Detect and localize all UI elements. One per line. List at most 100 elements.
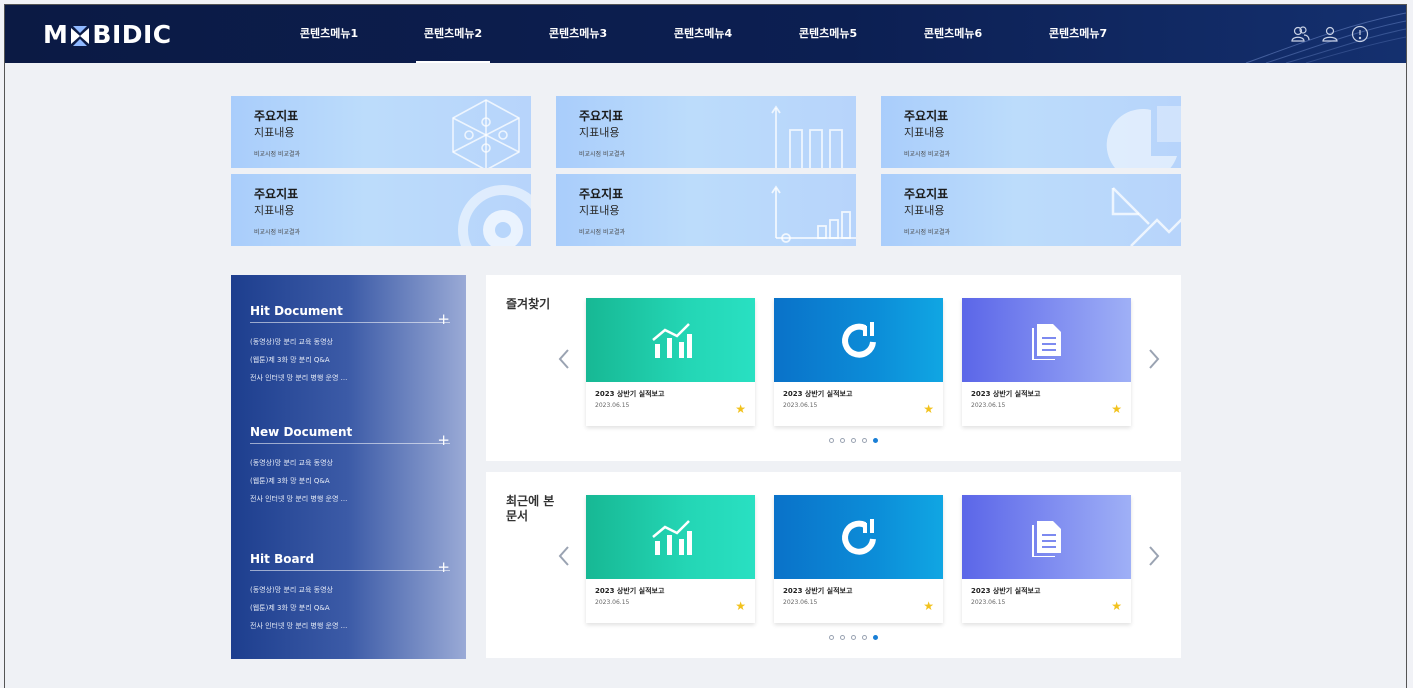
plus-icon[interactable]: + <box>437 431 450 449</box>
card-date: 2023.06.15 <box>783 402 818 409</box>
card-date: 2023.06.15 <box>783 599 818 606</box>
nav-item-1[interactable]: 콘텐츠메뉴1 <box>292 5 366 63</box>
carousel-dot[interactable] <box>829 438 834 443</box>
carousel-dot[interactable] <box>851 438 856 443</box>
box-title: 최근에 본 문서 <box>506 494 555 523</box>
star-icon[interactable]: ★ <box>735 402 746 416</box>
list-item[interactable]: (동영상)망 분리 교육 동영상 <box>250 581 450 599</box>
nav-item-4[interactable]: 콘텐츠메뉴4 <box>666 5 740 63</box>
plus-icon[interactable]: + <box>437 310 450 328</box>
carousel-dot[interactable] <box>829 635 834 640</box>
list-item[interactable]: 전사 인터넷 망 분리 병행 운영 ... <box>250 617 450 635</box>
doc-card[interactable]: 2023 상반기 실적보고 2023.06.15 ★ <box>586 495 755 623</box>
chevron-left-icon[interactable] <box>556 347 572 371</box>
document-panel: Hit Document + (동영상)망 분리 교육 동영상 (웹툰)제 3화… <box>231 275 466 659</box>
gear-icon <box>458 185 531 246</box>
kpi-card-3[interactable]: 주요지표 지표내용 비교시점 비교결과 <box>881 96 1181 168</box>
section-title[interactable]: Hit Board <box>250 552 314 566</box>
user-icon[interactable] <box>1320 24 1340 44</box>
divider <box>250 570 450 571</box>
kpi-card-1[interactable]: 주요지표 지표내용 비교시점 비교결과 <box>231 96 531 168</box>
section-header: New Document + <box>250 425 450 449</box>
kpi-card-6[interactable]: 주요지표 지표내용 비교시점 비교결과 <box>881 174 1181 246</box>
recent-docs-box: 최근에 본 문서 2023 상반기 실적보고 2023.06.15 ★ 2023… <box>486 472 1181 658</box>
users-icon[interactable] <box>1290 24 1310 44</box>
nav-item-7[interactable]: 콘텐츠메뉴7 <box>1041 5 1115 63</box>
carousel-dot[interactable] <box>851 635 856 640</box>
star-icon[interactable]: ★ <box>923 599 934 613</box>
carousel-dot[interactable] <box>840 438 845 443</box>
doc-card[interactable]: 2023 상반기 실적보고 2023.06.15 ★ <box>774 298 943 426</box>
favorites-box: 즐겨찾기 2023 상반기 실적보고 2023.06.15 ★ 2023 상반기… <box>486 275 1181 461</box>
logo-text-left: M <box>43 20 69 49</box>
card-thumbnail <box>586 495 755 579</box>
doc-card[interactable]: 2023 상반기 실적보고 2023.06.15 ★ <box>774 495 943 623</box>
logo-mark-icon <box>69 24 91 46</box>
kpi-subtitle: 지표내용 <box>579 126 620 139</box>
hit-board-section: Hit Board + (동영상)망 분리 교육 동영상 (웹툰)제 3화 망 … <box>250 552 450 635</box>
chevron-right-icon[interactable] <box>1146 347 1162 371</box>
kpi-note: 비교시점 비교결과 <box>579 151 626 158</box>
kpi-card-4[interactable]: 주요지표 지표내용 비교시점 비교결과 <box>231 174 531 246</box>
nav-item-6[interactable]: 콘텐츠메뉴6 <box>916 5 990 63</box>
star-icon[interactable]: ★ <box>1111 599 1122 613</box>
new-document-section: New Document + (동영상)망 분리 교육 동영상 (웹툰)제 3화… <box>250 425 450 508</box>
kpi-card-2[interactable]: 주요지표 지표내용 비교시점 비교결과 <box>556 96 856 168</box>
section-title[interactable]: New Document <box>250 425 352 439</box>
divider <box>250 443 450 444</box>
carousel-dot[interactable] <box>840 635 845 640</box>
list-item[interactable]: (웹툰)제 3화 망 분리 Q&A <box>250 472 450 490</box>
nav-item-2[interactable]: 콘텐츠메뉴2 <box>416 5 490 63</box>
kpi-card-5[interactable]: 주요지표 지표내용 비교시점 비교결과 <box>556 174 856 246</box>
kpi-subtitle: 지표내용 <box>904 204 945 217</box>
list-item[interactable]: (웹툰)제 3화 망 분리 Q&A <box>250 351 450 369</box>
carousel-dot-active[interactable] <box>873 438 878 443</box>
list-item[interactable]: 전사 인터넷 망 분리 병행 운영 ... <box>250 490 450 508</box>
card-title: 2023 상반기 실적보고 <box>595 390 665 398</box>
axis-chart-icon <box>771 185 856 243</box>
doc-card[interactable]: 2023 상반기 실적보고 2023.06.15 ★ <box>962 298 1131 426</box>
card-date: 2023.06.15 <box>971 599 1006 606</box>
chevron-left-icon[interactable] <box>556 544 572 568</box>
list-item[interactable]: (웹툰)제 3화 망 분리 Q&A <box>250 599 450 617</box>
star-icon[interactable]: ★ <box>923 402 934 416</box>
logo[interactable]: M BIDIC <box>43 20 172 49</box>
doc-card[interactable]: 2023 상반기 실적보고 2023.06.15 ★ <box>586 298 755 426</box>
carousel-dot[interactable] <box>862 635 867 640</box>
carousel-dot[interactable] <box>862 438 867 443</box>
bar-growth-icon <box>771 105 843 168</box>
kpi-title: 주요지표 <box>904 187 949 201</box>
doc-card[interactable]: 2023 상반기 실적보고 2023.06.15 ★ <box>962 495 1131 623</box>
card-title: 2023 상반기 실적보고 <box>783 587 853 595</box>
info-icon[interactable] <box>1350 24 1370 44</box>
list-item[interactable]: (동영상)망 분리 교육 동영상 <box>250 454 450 472</box>
plus-icon[interactable]: + <box>437 558 450 576</box>
star-icon[interactable]: ★ <box>1111 402 1122 416</box>
kpi-title: 주요지표 <box>579 109 624 123</box>
card-date: 2023.06.15 <box>595 402 630 409</box>
carousel-dot-active[interactable] <box>873 635 878 640</box>
power-bars-icon <box>841 322 876 358</box>
pie-icon <box>1106 106 1181 168</box>
card-title: 2023 상반기 실적보고 <box>595 587 665 595</box>
kpi-title: 주요지표 <box>254 109 299 123</box>
kpi-subtitle: 지표내용 <box>254 204 295 217</box>
kpi-title: 주요지표 <box>579 187 624 201</box>
section-header: Hit Document + <box>250 304 450 328</box>
nav-item-5[interactable]: 콘텐츠메뉴5 <box>791 5 865 63</box>
card-thumbnail <box>774 298 943 382</box>
card-thumbnail <box>962 495 1131 579</box>
divider <box>250 322 450 323</box>
header-icons <box>1290 24 1370 44</box>
card-thumbnail <box>586 298 755 382</box>
nav-item-3[interactable]: 콘텐츠메뉴3 <box>541 5 615 63</box>
chevron-right-icon[interactable] <box>1146 544 1162 568</box>
list-item[interactable]: 전사 인터넷 망 분리 병행 운영 ... <box>250 369 450 387</box>
list-item[interactable]: (동영상)망 분리 교육 동영상 <box>250 333 450 351</box>
card-title: 2023 상반기 실적보고 <box>971 390 1041 398</box>
star-icon[interactable]: ★ <box>735 599 746 613</box>
carousel-dots <box>829 438 878 443</box>
card-date: 2023.06.15 <box>595 599 630 606</box>
section-title[interactable]: Hit Document <box>250 304 343 318</box>
logo-text-right: BIDIC <box>92 20 172 49</box>
